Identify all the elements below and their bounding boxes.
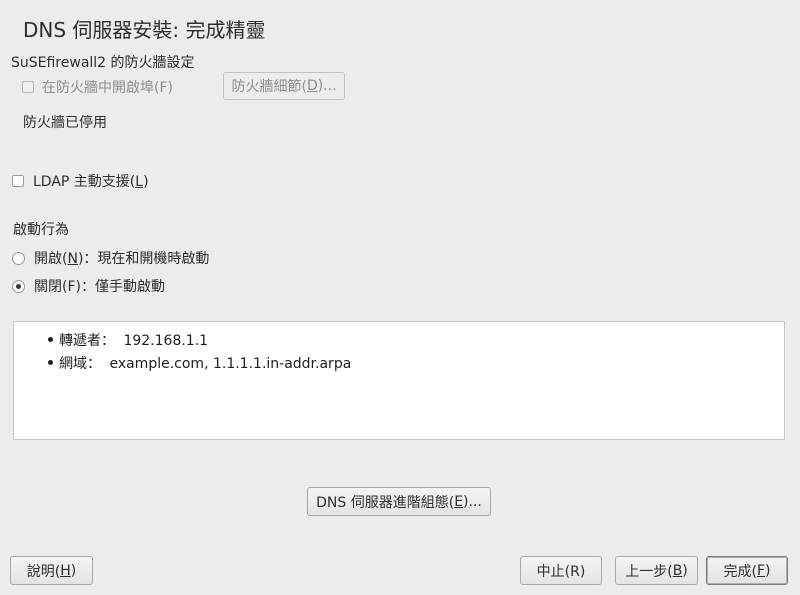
- ldap-label: LDAP 主動支援(L): [33, 174, 149, 190]
- summary-item-forwarders: 轉遞者： 192.168.1.1: [48, 330, 208, 350]
- bullet-icon: [48, 360, 53, 365]
- startup-off-label: 關閉(F)：僅手動啟動: [34, 279, 165, 295]
- startup-on-radio-row[interactable]: 開啟(N)：現在和開機時啟動: [12, 248, 209, 268]
- open-port-checkbox[interactable]: [22, 81, 34, 93]
- firewall-details-button[interactable]: 防火牆細節(D)...: [223, 72, 345, 100]
- summary-item-domains: 網域： example.com, 1.1.1.1.in-addr.arpa: [48, 353, 351, 373]
- summary-panel: 轉遞者： 192.168.1.1 網域： example.com, 1.1.1.…: [13, 321, 785, 440]
- finish-button[interactable]: 完成(F): [706, 556, 788, 585]
- startup-heading: 啟動行為: [13, 222, 69, 238]
- startup-on-radio[interactable]: [12, 251, 25, 265]
- startup-off-radio-row[interactable]: 關閉(F)：僅手動啟動: [12, 276, 165, 296]
- back-button[interactable]: 上一步(B): [615, 556, 698, 585]
- startup-on-label: 開啟(N)：現在和開機時啟動: [34, 251, 210, 267]
- advanced-config-button[interactable]: DNS 伺服器進階組態(E)...: [307, 487, 491, 516]
- firewall-status-text: 防火牆已停用: [23, 115, 107, 131]
- abort-button[interactable]: 中止(R): [520, 556, 602, 585]
- startup-off-radio[interactable]: [12, 279, 25, 293]
- firewall-section-label: SuSEfirewall2 的防火牆設定: [11, 55, 195, 71]
- help-button[interactable]: 說明(H): [10, 556, 93, 585]
- ldap-checkbox[interactable]: [12, 175, 24, 187]
- open-port-checkbox-row[interactable]: 在防火牆中開啟埠(F): [22, 77, 173, 97]
- page-title: DNS 伺服器安裝: 完成精靈: [23, 18, 266, 42]
- open-port-label: 在防火牆中開啟埠(F): [42, 80, 173, 96]
- ldap-checkbox-row[interactable]: LDAP 主動支援(L): [12, 171, 149, 191]
- bullet-icon: [48, 337, 53, 342]
